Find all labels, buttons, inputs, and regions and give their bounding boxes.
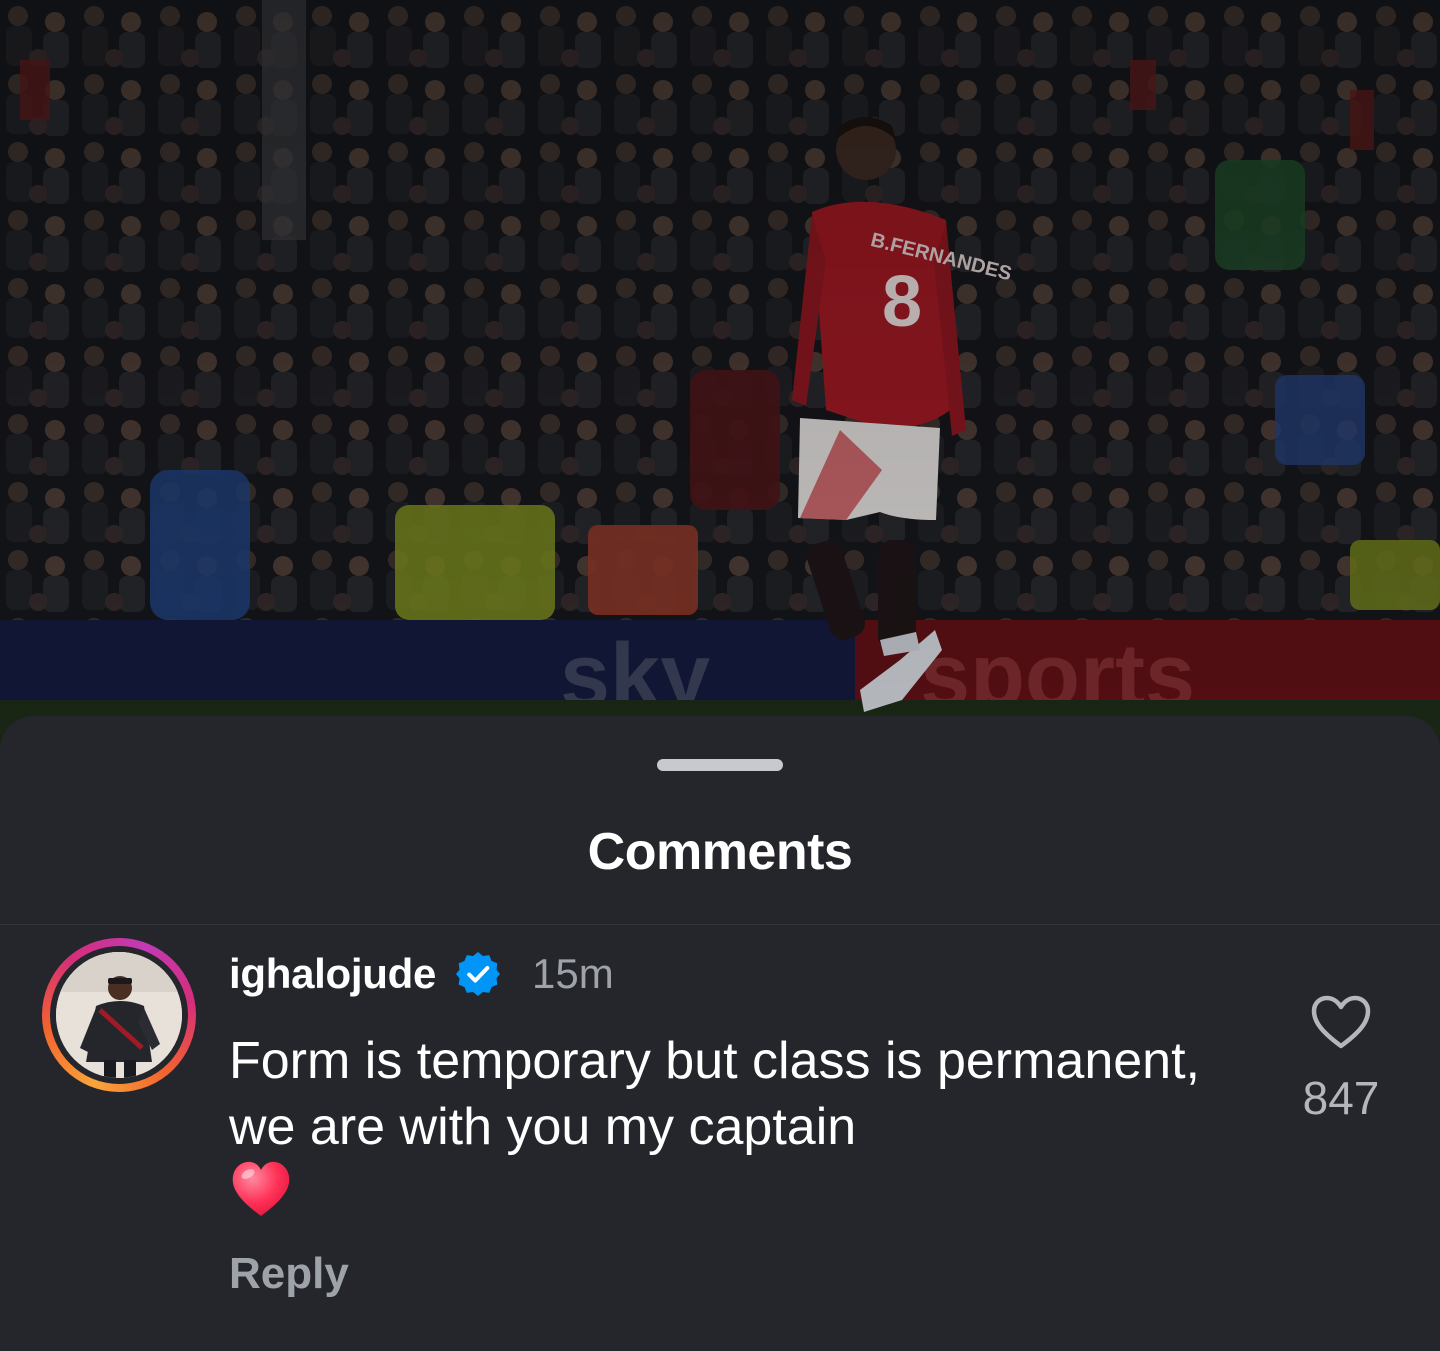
comment-text: Form is temporary but class is permanent… (229, 1032, 1200, 1156)
red-heart-icon (232, 1161, 290, 1216)
post-photo-backdrop[interactable]: sky sports B.FERNANDES 8 (0, 0, 1440, 760)
avatar[interactable] (50, 946, 188, 1084)
title-divider (0, 924, 1440, 925)
verified-badge-icon (456, 952, 501, 996)
story-ring[interactable] (42, 938, 196, 1092)
sheet-title: Comments (587, 823, 853, 881)
comment-header: ighalojude 15m (229, 946, 614, 1002)
comments-screen: sky sports B.FERNANDES 8 (0, 0, 1440, 1351)
avatar-photo (56, 952, 182, 1078)
drag-handle[interactable] (657, 759, 783, 771)
heart-outline-icon[interactable] (1310, 994, 1372, 1050)
comments-sheet: Comments ighalojude 15m Form is temporar… (0, 716, 1440, 1351)
like-count: 847 (1302, 1072, 1380, 1124)
comment-username[interactable]: ighalojude (229, 950, 436, 998)
comment-timestamp: 15m (532, 950, 614, 997)
reply-button[interactable]: Reply (229, 1244, 349, 1304)
